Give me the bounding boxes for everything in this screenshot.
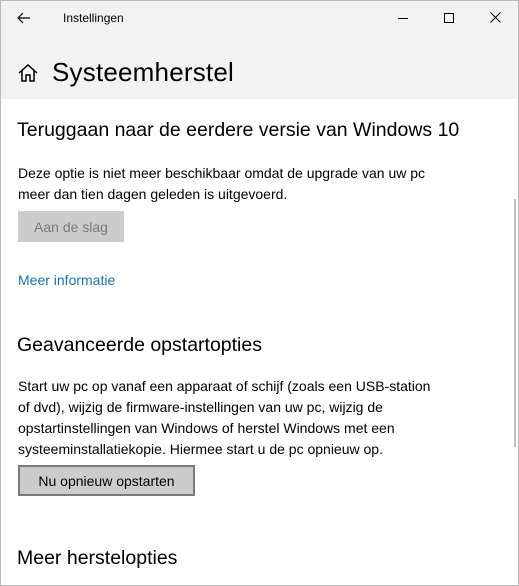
description-line: Start uw pc op vanaf een apparaat of sch… [18, 378, 431, 394]
restart-now-button[interactable]: Nu opnieuw opstarten [18, 465, 195, 496]
title-bar: Instellingen [1, 1, 518, 35]
back-button[interactable] [7, 2, 41, 34]
page-header: Systeemherstel [1, 35, 518, 99]
app-title: Instellingen [63, 11, 124, 25]
description-line: meer dan tien dagen geleden is uitgevoer… [18, 186, 288, 202]
maximize-button[interactable] [426, 1, 472, 34]
more-info-link[interactable]: Meer informatie [18, 272, 115, 288]
get-started-button[interactable]: Aan de slag [18, 211, 124, 242]
home-icon[interactable] [17, 62, 39, 84]
scrollbar[interactable] [514, 199, 516, 447]
section-title-advanced: Geavanceerde opstartopties [17, 334, 262, 356]
description-line: Deze optie is niet meer beschikbaar omda… [18, 165, 426, 181]
back-arrow-icon [17, 12, 30, 24]
minimize-icon [398, 17, 408, 19]
maximize-icon [444, 12, 454, 23]
description-line: systeeminstallatiekopie. Hiermee start u… [18, 441, 383, 457]
description-line: of dvd), wijzig de firmware-instellingen… [18, 399, 383, 415]
minimize-button[interactable] [380, 1, 426, 34]
page-title: Systeemherstel [52, 57, 234, 87]
close-button[interactable] [472, 1, 518, 34]
section-title-more: Meer herstelopties [17, 547, 178, 569]
close-icon [489, 12, 501, 23]
section-description-goback: Deze optie is niet meer beschikbaar omda… [18, 163, 488, 205]
content-area: Teruggaan naar de eerdere versie van Win… [1, 99, 518, 585]
description-line: opstartinstellingen van Windows of herst… [18, 420, 395, 436]
section-title-goback: Teruggaan naar de eerdere versie van Win… [17, 119, 460, 141]
section-description-advanced: Start uw pc op vanaf een apparaat of sch… [18, 376, 488, 460]
settings-window: Instellingen Systeemherstel Teruggaan na… [0, 0, 519, 586]
